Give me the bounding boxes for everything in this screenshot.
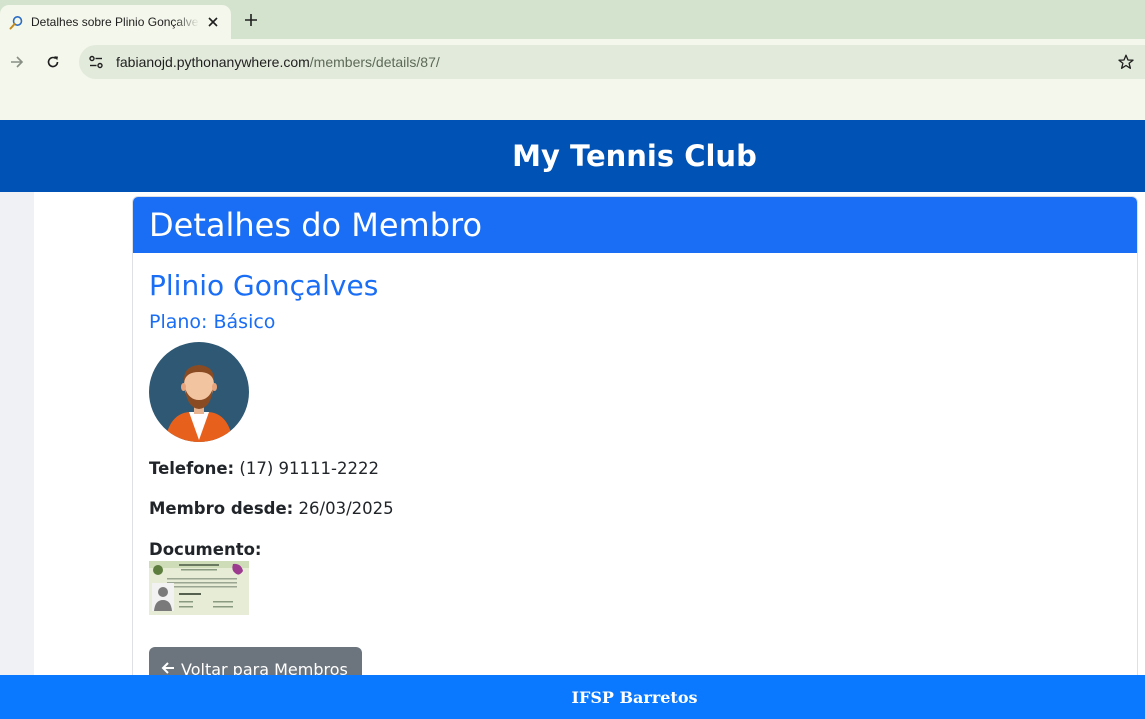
member-since-value: 26/03/2025 (298, 499, 394, 518)
site-header: My Tennis Club (0, 120, 1145, 192)
browser-tab[interactable]: Detalhes sobre Plinio Gonçalves (0, 5, 231, 39)
member-since-field: Membro desde: 26/03/2025 (149, 499, 394, 518)
document-image[interactable] (149, 561, 249, 615)
tennis-racket-favicon-icon (9, 15, 23, 30)
url-text: fabianojd.pythonanywhere.com/members/det… (116, 54, 440, 70)
site-footer: IFSP Barretos (0, 675, 1145, 719)
footer-text: IFSP Barretos (571, 687, 698, 707)
left-panel (0, 192, 34, 675)
reload-icon[interactable] (42, 51, 64, 73)
browser-tab-strip: Detalhes sobre Plinio Gonçalves (0, 0, 1145, 39)
main-container: Detalhes do Membro Plinio Gonçalves Plan… (34, 192, 1145, 676)
plus-icon[interactable] (241, 10, 261, 30)
phone-label: Telefone: (149, 459, 235, 478)
member-name: Plinio Gonçalves (149, 269, 379, 302)
address-bar[interactable]: fabianojd.pythonanywhere.com/members/det… (79, 45, 1145, 79)
arrow-left-icon (161, 660, 175, 676)
star-icon[interactable] (1117, 53, 1135, 71)
member-plan: Plano: Básico (149, 311, 276, 333)
close-icon[interactable] (205, 14, 221, 30)
phone-value: (17) 91111-2222 (239, 459, 379, 478)
site-settings-icon[interactable] (87, 53, 105, 71)
site-title: My Tennis Club (512, 139, 757, 173)
card-header: Detalhes do Membro (133, 197, 1137, 253)
member-avatar (149, 342, 249, 442)
member-details-card: Detalhes do Membro Plinio Gonçalves Plan… (132, 196, 1138, 676)
tab-title: Detalhes sobre Plinio Gonçalves (31, 15, 199, 29)
document-label: Documento: (149, 540, 262, 559)
back-button-label: Voltar para Membros (181, 659, 348, 676)
url-host: fabianojd.pythonanywhere.com (116, 54, 310, 70)
bookmark-bar (0, 85, 1145, 120)
browser-toolbar: fabianojd.pythonanywhere.com/members/det… (0, 39, 1145, 85)
phone-field: Telefone: (17) 91111-2222 (149, 459, 379, 478)
arrow-right-icon[interactable] (6, 51, 28, 73)
url-path: /members/details/87/ (309, 54, 440, 70)
member-since-label: Membro desde: (149, 499, 294, 518)
document-field: Documento: (149, 540, 262, 559)
back-to-members-button[interactable]: Voltar para Membros (149, 647, 362, 676)
